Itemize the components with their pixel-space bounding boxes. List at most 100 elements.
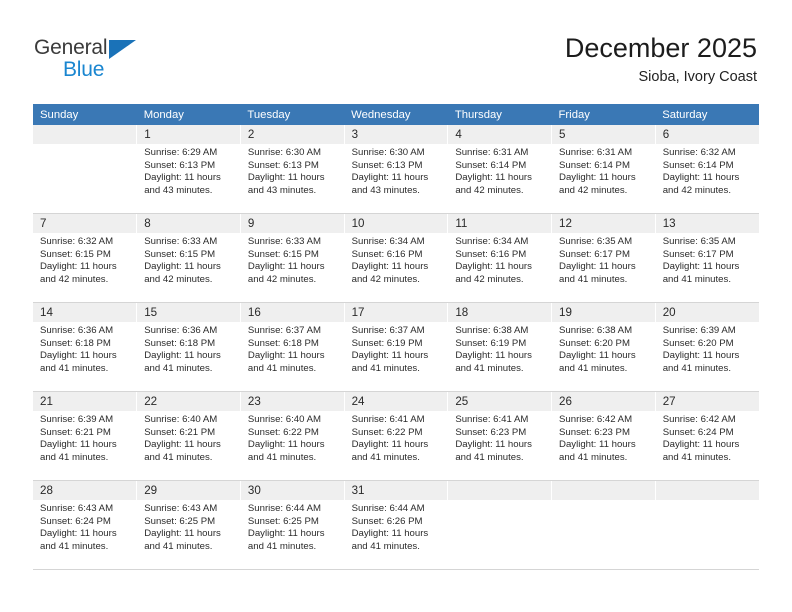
calendar-day-cell[interactable]: 1 Sunrise: 6:29 AM Sunset: 6:13 PM Daylight…	[136, 125, 241, 214]
day-number: 3	[344, 125, 448, 144]
daylight-duration-line1: Daylight: 11 hours	[144, 528, 221, 540]
day-details: Sunrise: 6:42 AM Sunset: 6:23 PM Daylight:…	[552, 411, 655, 464]
day-number	[33, 125, 137, 144]
calendar-day-cell[interactable]: 14 Sunrise: 6:36 AM Sunset: 6:18 PM Dayligh…	[33, 302, 138, 392]
calendar-day-cell[interactable]: 13 Sunrise: 6:35 AM Sunset: 6:17 PM Dayligh…	[655, 213, 759, 303]
sunrise-time: Sunrise: 6:30 AM	[247, 147, 321, 158]
calendar-day-cell[interactable]: 22 Sunrise: 6:40 AM Sunset: 6:21 PM Dayligh…	[136, 391, 241, 481]
daylight-duration-line2: and 41 minutes.	[351, 540, 420, 552]
sunrise-time: Sunrise: 6:32 AM	[40, 236, 114, 247]
calendar-day-cell[interactable]: 9 Sunrise: 6:33 AM Sunset: 6:15 PM Daylight…	[240, 213, 345, 303]
calendar-day-cell[interactable]: 18 Sunrise: 6:38 AM Sunset: 6:19 PM Dayligh…	[447, 302, 553, 392]
sunrise-time: Sunrise: 6:41 AM	[455, 414, 529, 425]
sunset-time: Sunset: 6:19 PM	[455, 337, 527, 349]
calendar-day-cell[interactable]: 17 Sunrise: 6:37 AM Sunset: 6:19 PM Dayligh…	[344, 302, 449, 392]
calendar-day-cell[interactable]: 23 Sunrise: 6:40 AM Sunset: 6:22 PM Dayligh…	[240, 391, 345, 481]
day-number: 11	[448, 214, 552, 233]
calendar-day-cell[interactable]: 5 Sunrise: 6:31 AM Sunset: 6:14 PM Daylight…	[551, 125, 656, 214]
day-number: 7	[33, 214, 137, 233]
day-details: Sunrise: 6:29 AM Sunset: 6:13 PM Daylight:…	[137, 144, 240, 197]
daylight-duration-line1: Daylight: 11 hours	[662, 350, 740, 362]
daylight-duration-line1: Daylight: 11 hours	[247, 261, 325, 273]
day-number: 12	[552, 214, 655, 233]
calendar-day-cell[interactable]: 4 Sunrise: 6:31 AM Sunset: 6:14 PM Daylight…	[447, 125, 553, 214]
calendar-day-cell[interactable]: 10 Sunrise: 6:34 AM Sunset: 6:16 PM Dayligh…	[344, 213, 449, 303]
day-details: Sunrise: 6:33 AM Sunset: 6:15 PM Daylight:…	[241, 233, 344, 286]
day-details: Sunrise: 6:41 AM Sunset: 6:22 PM Daylight:…	[345, 411, 448, 464]
calendar-day-cell[interactable]: 3 Sunrise: 6:30 AM Sunset: 6:13 PM Daylight…	[344, 125, 449, 214]
page-title: December 2025	[564, 33, 757, 63]
daylight-duration-line2: and 41 minutes.	[559, 273, 628, 285]
calendar-day-cell[interactable]: 26 Sunrise: 6:42 AM Sunset: 6:23 PM Dayligh…	[551, 391, 656, 481]
day-number: 21	[33, 392, 137, 411]
daylight-duration-line1: Daylight: 11 hours	[455, 350, 532, 362]
calendar-day-cell-empty	[551, 480, 656, 570]
calendar-day-cell[interactable]: 16 Sunrise: 6:37 AM Sunset: 6:18 PM Dayligh…	[240, 302, 345, 392]
calendar-day-cell[interactable]: 27 Sunrise: 6:42 AM Sunset: 6:24 PM Dayligh…	[655, 391, 759, 481]
calendar-day-cell-empty	[655, 480, 759, 570]
daylight-duration-line1: Daylight: 11 hours	[351, 350, 429, 362]
calendar-day-cell[interactable]: 28 Sunrise: 6:43 AM Sunset: 6:24 PM Dayligh…	[33, 480, 138, 570]
sunset-time: Sunset: 6:17 PM	[559, 248, 630, 260]
calendar-day-cell[interactable]: 31 Sunrise: 6:44 AM Sunset: 6:26 PM Dayligh…	[344, 480, 449, 570]
sunrise-time: Sunrise: 6:39 AM	[662, 325, 736, 336]
weekday-header-wednesday: Wednesday	[344, 104, 448, 125]
calendar-day-cell[interactable]: 19 Sunrise: 6:38 AM Sunset: 6:20 PM Dayligh…	[551, 302, 656, 392]
calendar-day-cell[interactable]: 20 Sunrise: 6:39 AM Sunset: 6:20 PM Dayligh…	[655, 302, 759, 392]
day-details: Sunrise: 6:43 AM Sunset: 6:25 PM Daylight:…	[137, 500, 240, 553]
sunrise-time: Sunrise: 6:31 AM	[559, 147, 633, 158]
sunset-time: Sunset: 6:13 PM	[247, 159, 319, 171]
sunset-time: Sunset: 6:18 PM	[247, 337, 319, 349]
sunset-time: Sunset: 6:19 PM	[351, 337, 423, 349]
sunrise-time: Sunrise: 6:34 AM	[455, 236, 529, 247]
day-number: 10	[344, 214, 448, 233]
calendar-day-cell[interactable]: 2 Sunrise: 6:30 AM Sunset: 6:13 PM Daylight…	[240, 125, 345, 214]
sunrise-time: Sunrise: 6:33 AM	[144, 236, 218, 247]
daylight-duration-line1: Daylight: 11 hours	[144, 350, 221, 362]
day-number: 30	[240, 481, 344, 500]
day-details: Sunrise: 6:32 AM Sunset: 6:15 PM Daylight:…	[33, 233, 136, 286]
daylight-duration-line1: Daylight: 11 hours	[40, 261, 117, 273]
daylight-duration-line2: and 41 minutes.	[144, 362, 213, 374]
sunrise-time: Sunrise: 6:33 AM	[247, 236, 321, 247]
day-number: 29	[137, 481, 240, 500]
calendar-day-cell[interactable]: 8 Sunrise: 6:33 AM Sunset: 6:15 PM Daylight…	[136, 213, 241, 303]
sunset-time: Sunset: 6:15 PM	[144, 248, 216, 260]
daylight-duration-line2: and 43 minutes.	[144, 184, 213, 196]
calendar-day-cell-empty	[33, 125, 138, 214]
daylight-duration-line1: Daylight: 11 hours	[455, 172, 532, 184]
day-details: Sunrise: 6:44 AM Sunset: 6:25 PM Daylight:…	[241, 500, 344, 553]
sunrise-time: Sunrise: 6:36 AM	[40, 325, 114, 336]
calendar-day-cell[interactable]: 11 Sunrise: 6:34 AM Sunset: 6:16 PM Dayligh…	[447, 213, 553, 303]
calendar-day-cell[interactable]: 21 Sunrise: 6:39 AM Sunset: 6:21 PM Dayligh…	[33, 391, 138, 481]
daylight-duration-line1: Daylight: 11 hours	[559, 172, 636, 184]
sunset-time: Sunset: 6:25 PM	[144, 515, 216, 527]
sunrise-time: Sunrise: 6:37 AM	[247, 325, 321, 336]
calendar-day-cell[interactable]: 6 Sunrise: 6:32 AM Sunset: 6:14 PM Daylight…	[655, 125, 759, 214]
weekday-header-monday: Monday	[136, 104, 241, 125]
daylight-duration-line2: and 41 minutes.	[559, 362, 628, 374]
day-details: Sunrise: 6:44 AM Sunset: 6:26 PM Daylight:…	[345, 500, 448, 553]
day-details: Sunrise: 6:35 AM Sunset: 6:17 PM Daylight:…	[656, 233, 759, 286]
sunrise-time: Sunrise: 6:40 AM	[247, 414, 321, 425]
calendar-day-cell[interactable]: 24 Sunrise: 6:41 AM Sunset: 6:22 PM Dayligh…	[344, 391, 449, 481]
calendar-day-cell[interactable]: 7 Sunrise: 6:32 AM Sunset: 6:15 PM Daylight…	[33, 213, 138, 303]
logo-text-blue: Blue	[63, 58, 105, 81]
daylight-duration-line1: Daylight: 11 hours	[40, 350, 117, 362]
daylight-duration-line2: and 41 minutes.	[559, 451, 628, 463]
calendar-day-cell[interactable]: 12 Sunrise: 6:35 AM Sunset: 6:17 PM Dayligh…	[551, 213, 656, 303]
day-details: Sunrise: 6:37 AM Sunset: 6:18 PM Daylight:…	[241, 322, 344, 375]
daylight-duration-line2: and 41 minutes.	[662, 273, 731, 285]
calendar-day-cell[interactable]: 30 Sunrise: 6:44 AM Sunset: 6:25 PM Dayligh…	[240, 480, 345, 570]
day-details: Sunrise: 6:40 AM Sunset: 6:21 PM Daylight:…	[137, 411, 240, 464]
sunrise-time: Sunrise: 6:41 AM	[351, 414, 425, 425]
calendar-day-cell[interactable]: 15 Sunrise: 6:36 AM Sunset: 6:18 PM Dayligh…	[136, 302, 241, 392]
calendar-day-cell[interactable]: 29 Sunrise: 6:43 AM Sunset: 6:25 PM Dayligh…	[136, 480, 241, 570]
day-details: Sunrise: 6:30 AM Sunset: 6:13 PM Daylight:…	[241, 144, 344, 197]
sunset-time: Sunset: 6:22 PM	[247, 426, 319, 438]
daylight-duration-line2: and 42 minutes.	[40, 273, 109, 285]
sunset-time: Sunset: 6:18 PM	[40, 337, 111, 349]
calendar-day-cell[interactable]: 25 Sunrise: 6:41 AM Sunset: 6:23 PM Dayligh…	[447, 391, 553, 481]
calendar-body: 1 Sunrise: 6:29 AM Sunset: 6:13 PM Daylight…	[33, 125, 759, 570]
day-details: Sunrise: 6:36 AM Sunset: 6:18 PM Daylight:…	[33, 322, 136, 375]
